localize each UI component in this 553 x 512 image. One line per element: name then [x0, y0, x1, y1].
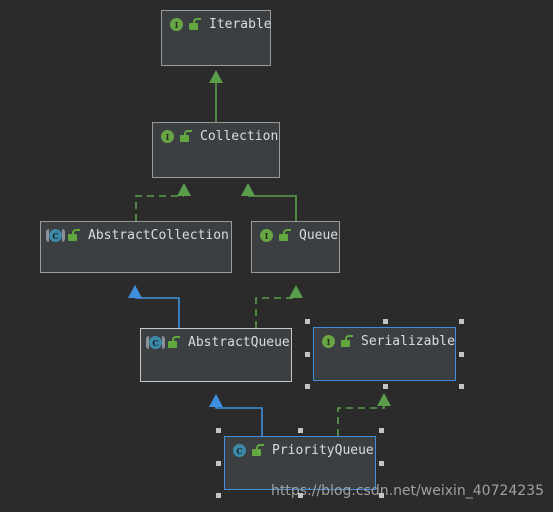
lock-body [252, 449, 261, 456]
class-node-members-area [314, 355, 455, 407]
selection-handle[interactable] [305, 352, 310, 357]
class-node-header: I Serializable [314, 328, 455, 355]
selection-handle[interactable] [379, 428, 384, 433]
public-lock-icon [189, 18, 201, 31]
kind-letter: I [170, 18, 183, 31]
class-node-title: AbstractCollection [88, 228, 229, 243]
public-lock-icon [68, 229, 80, 242]
selection-handle[interactable] [459, 384, 464, 389]
class-node-header: I Iterable [162, 11, 272, 38]
lock-body [279, 234, 288, 241]
public-lock-icon [279, 229, 291, 242]
uml-diagram-canvas[interactable]: I Iterable I Collection C AbstractCollection I… [0, 0, 553, 512]
lock-body [68, 234, 77, 241]
class-node-title: Collection [200, 129, 279, 144]
class-node-members-area [41, 249, 231, 299]
selection-handle[interactable] [298, 493, 303, 498]
selection-handle[interactable] [379, 493, 384, 498]
selection-handle[interactable] [216, 493, 221, 498]
class-node-title: Serializable [361, 334, 455, 349]
lock-body [341, 340, 350, 347]
abstract-class-icon: C [46, 228, 65, 243]
kind-letter: C [233, 444, 246, 457]
lock-body [168, 341, 177, 348]
lock-body [189, 23, 198, 30]
selection-handle[interactable] [305, 319, 310, 324]
public-lock-icon [341, 335, 353, 348]
selection-handle[interactable] [459, 352, 464, 357]
class-node-iterable[interactable]: I Iterable [161, 10, 272, 66]
selection-handle[interactable] [459, 319, 464, 324]
class-node-members-area [162, 38, 270, 92]
class-node-members-area [141, 356, 291, 408]
class-node-header: C AbstractCollection [41, 222, 231, 249]
kind-letter: I [322, 335, 335, 348]
kind-letter: C [49, 229, 62, 242]
class-node-title: AbstractQueue [188, 335, 290, 350]
class-node-header: C PriorityQueue [225, 437, 375, 464]
selection-handle[interactable] [382, 384, 388, 389]
public-lock-icon [252, 444, 264, 457]
abstract-class-icon: C [146, 335, 165, 350]
class-node-title: Iterable [209, 17, 272, 32]
selection-handle[interactable] [298, 428, 303, 433]
interface-icon: I [321, 334, 336, 349]
watermark-text: https://blog.csdn.net/weixin_40724235 [271, 483, 545, 499]
class-node-abstract-collection[interactable]: C AbstractCollection [40, 221, 232, 273]
class-node-serializable[interactable]: I Serializable [313, 327, 456, 381]
interface-icon: I [169, 17, 184, 32]
class-node-priority-queue[interactable]: C PriorityQueue [224, 436, 376, 490]
edge-line [135, 297, 180, 328]
public-lock-icon [168, 336, 180, 349]
class-node-members-area [153, 150, 279, 204]
class-node-members-area [252, 249, 339, 299]
lock-body [180, 135, 189, 142]
edge-line [337, 406, 385, 436]
kind-letter: C [149, 336, 162, 349]
interface-icon: I [259, 228, 274, 243]
class-node-header: C AbstractQueue [141, 329, 291, 356]
selection-handle[interactable] [382, 319, 388, 324]
class-node-title: PriorityQueue [272, 443, 374, 458]
class-node-header: I Queue [252, 222, 339, 249]
edge-line [255, 297, 296, 328]
class-icon: C [232, 443, 247, 458]
public-lock-icon [180, 130, 192, 143]
class-node-title: Queue [299, 228, 339, 243]
selection-handle[interactable] [216, 461, 221, 466]
kind-letter: I [161, 130, 174, 143]
class-node-queue[interactable]: I Queue [251, 221, 340, 273]
selection-handle[interactable] [305, 384, 310, 389]
kind-letter: I [260, 229, 273, 242]
class-node-collection[interactable]: I Collection [152, 122, 280, 178]
selection-handle[interactable] [379, 461, 384, 466]
class-node-abstract-queue[interactable]: C AbstractQueue [140, 328, 292, 382]
edge-line [215, 407, 263, 436]
class-node-header: I Collection [153, 123, 279, 150]
interface-icon: I [160, 129, 175, 144]
selection-handle[interactable] [216, 428, 221, 433]
